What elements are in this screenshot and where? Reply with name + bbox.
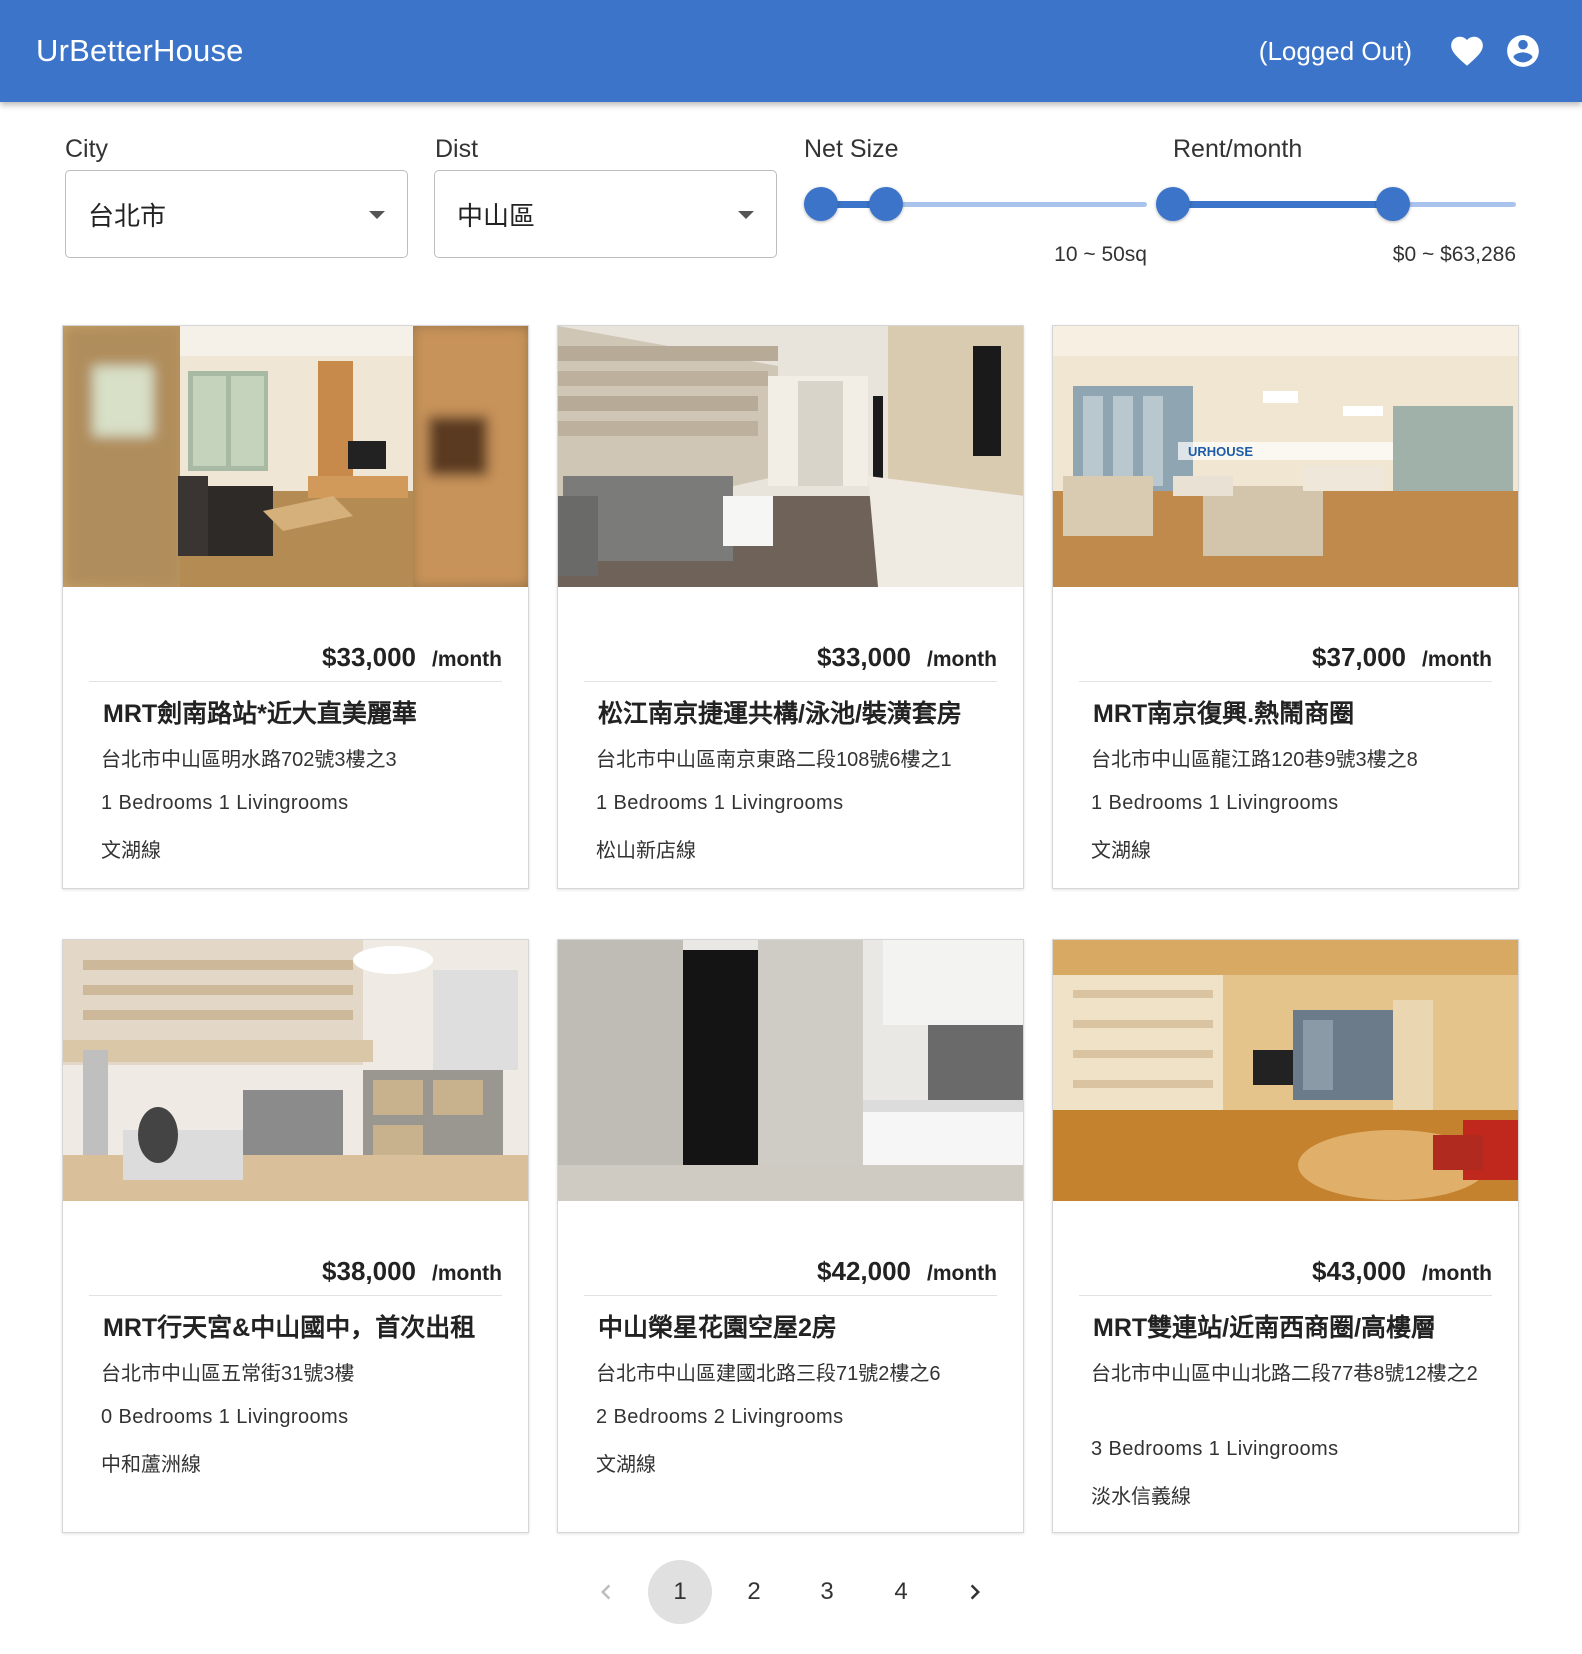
- price-unit: /month: [1422, 1262, 1492, 1285]
- price-unit: /month: [927, 1262, 997, 1285]
- listing-mrt-line: 文湖線: [101, 840, 161, 862]
- filter-bar: City 台北市 Dist 中山區 Net Size 10 ~ 50sq Ren…: [0, 102, 1582, 302]
- login-status: (Logged Out): [1258, 35, 1412, 66]
- price-row: $33,000 /month: [584, 642, 997, 682]
- listing-price: $33,000: [322, 642, 417, 672]
- slider-thumb-min[interactable]: [1156, 187, 1190, 221]
- dropdown-arrow-icon: [369, 211, 385, 219]
- page-button-4[interactable]: 4: [869, 1560, 933, 1624]
- listing-rooms: 3 Bedrooms 1 Livingrooms: [1091, 1438, 1339, 1460]
- page-button-3[interactable]: 3: [795, 1560, 859, 1624]
- next-page-button[interactable]: [943, 1560, 1007, 1624]
- price-unit: /month: [1422, 648, 1492, 671]
- listing-photo[interactable]: [63, 326, 528, 587]
- rent-slider[interactable]: [1156, 184, 1516, 224]
- chevron-right-icon: [970, 1584, 980, 1600]
- chevron-left-icon: [601, 1584, 611, 1600]
- listing-photo[interactable]: URHOUSE: [1053, 326, 1518, 587]
- price-unit: /month: [927, 648, 997, 671]
- listing-address: 台北市中山區明水路702號3樓之3: [101, 749, 397, 771]
- price-row: $38,000 /month: [89, 1256, 502, 1296]
- listing-rooms: 1 Bedrooms 1 Livingrooms: [1091, 792, 1339, 814]
- listing-rooms: 1 Bedrooms 1 Livingrooms: [101, 792, 349, 814]
- slider-thumb-min[interactable]: [804, 187, 839, 221]
- price-row: $42,000 /month: [584, 1256, 997, 1296]
- brand-title[interactable]: UrBetterHouse: [36, 33, 244, 69]
- listing-card[interactable]: $33,000 /month 松江南京捷運共構/泳池/裝潢套房 台北市中山區南京…: [557, 325, 1024, 889]
- listing-title[interactable]: 松江南京捷運共構/泳池/裝潢套房: [598, 694, 1003, 730]
- listing-price: $37,000: [1312, 642, 1407, 672]
- app-bar: UrBetterHouse (Logged Out): [0, 0, 1582, 102]
- listing-title[interactable]: MRT行天宮&中山國中，首次出租: [103, 1308, 508, 1344]
- dist-select[interactable]: 中山區: [434, 170, 777, 258]
- heart-icon: [1451, 36, 1483, 66]
- favorites-button[interactable]: [1444, 28, 1490, 74]
- city-select-value: 台北市: [88, 200, 167, 231]
- city-select[interactable]: 台北市: [65, 170, 408, 258]
- listing-card[interactable]: URHOUSE $37,000 /month MRT南京復興.熱鬧商圈 台北市中…: [1052, 325, 1519, 889]
- dropdown-arrow-icon: [738, 211, 754, 219]
- listing-address: 台北市中山區中山北路二段77巷8號12樓之2: [1091, 1363, 1478, 1385]
- listing-photo[interactable]: [63, 940, 528, 1201]
- listing-rooms: 2 Bedrooms 2 Livingrooms: [596, 1406, 844, 1428]
- listing-card[interactable]: $33,000 /month MRT劍南路站*近大直美麗華 台北市中山區明水路7…: [62, 325, 529, 889]
- listing-mrt-line: 松山新店線: [596, 840, 696, 862]
- listing-address: 台北市中山區建國北路三段71號2樓之6: [596, 1363, 941, 1385]
- listing-mrt-line: 中和蘆洲線: [101, 1454, 201, 1476]
- dist-select-value: 中山區: [457, 200, 536, 231]
- city-label: City: [65, 135, 109, 163]
- listing-photo[interactable]: [558, 940, 1023, 1201]
- slider-track: [1173, 201, 1393, 208]
- prev-page-button[interactable]: [574, 1560, 638, 1624]
- net-size-value: 10 ~ 50sq: [1054, 243, 1147, 266]
- listing-card[interactable]: $42,000 /month 中山榮星花園空屋2房 台北市中山區建國北路三段71…: [557, 939, 1024, 1533]
- listing-rooms: 0 Bedrooms 1 Livingrooms: [101, 1406, 349, 1428]
- listing-address: 台北市中山區南京東路二段108號6樓之1: [596, 749, 952, 771]
- account-circle-icon: [1507, 35, 1539, 67]
- listing-price: $42,000: [817, 1256, 912, 1286]
- rent-value: $0 ~ $63,286: [1392, 243, 1516, 266]
- listing-card[interactable]: $43,000 /month MRT雙連站/近南西商圈/高樓層 台北市中山區中山…: [1052, 939, 1519, 1533]
- listing-price: $38,000: [322, 1256, 417, 1286]
- svg-text:URHOUSE: URHOUSE: [1188, 444, 1253, 459]
- listing-photo[interactable]: [558, 326, 1023, 587]
- pagination: 1 2 3 4: [0, 1560, 1582, 1624]
- page-button-1[interactable]: 1: [648, 1560, 712, 1624]
- dist-label: Dist: [435, 135, 479, 163]
- slider-thumb-max[interactable]: [869, 187, 904, 221]
- listing-title[interactable]: MRT雙連站/近南西商圈/高樓層: [1093, 1308, 1498, 1344]
- listing-price: $43,000: [1312, 1256, 1407, 1286]
- price-row: $33,000 /month: [89, 642, 502, 682]
- listing-title[interactable]: MRT劍南路站*近大直美麗華: [103, 694, 508, 730]
- listing-title[interactable]: 中山榮星花園空屋2房: [598, 1308, 1003, 1344]
- price-row: $43,000 /month: [1079, 1256, 1492, 1296]
- listing-card[interactable]: $38,000 /month MRT行天宮&中山國中，首次出租 台北市中山區五常…: [62, 939, 529, 1533]
- page-button-2[interactable]: 2: [722, 1560, 786, 1624]
- listing-title[interactable]: MRT南京復興.熱鬧商圈: [1093, 694, 1498, 730]
- price-unit: /month: [432, 1262, 502, 1285]
- listing-mrt-line: 淡水信義線: [1091, 1486, 1191, 1508]
- listing-photo[interactable]: [1053, 940, 1518, 1201]
- rent-label: Rent/month: [1173, 135, 1303, 163]
- app-bar-actions: (Logged Out): [1259, 28, 1546, 74]
- listing-mrt-line: 文湖線: [1091, 840, 1151, 862]
- listing-address: 台北市中山區五常街31號3樓: [101, 1363, 355, 1385]
- listing-rooms: 1 Bedrooms 1 Livingrooms: [596, 792, 844, 814]
- listing-address: 台北市中山區龍江路120巷9號3樓之8: [1091, 749, 1418, 771]
- slider-thumb-max[interactable]: [1375, 187, 1410, 221]
- listing-price: $33,000: [817, 642, 912, 672]
- net-size-slider[interactable]: [804, 184, 1147, 224]
- account-button[interactable]: [1500, 28, 1546, 74]
- price-row: $37,000 /month: [1079, 642, 1492, 682]
- price-unit: /month: [432, 648, 502, 671]
- listing-mrt-line: 文湖線: [596, 1454, 656, 1476]
- net-size-label: Net Size: [804, 135, 899, 163]
